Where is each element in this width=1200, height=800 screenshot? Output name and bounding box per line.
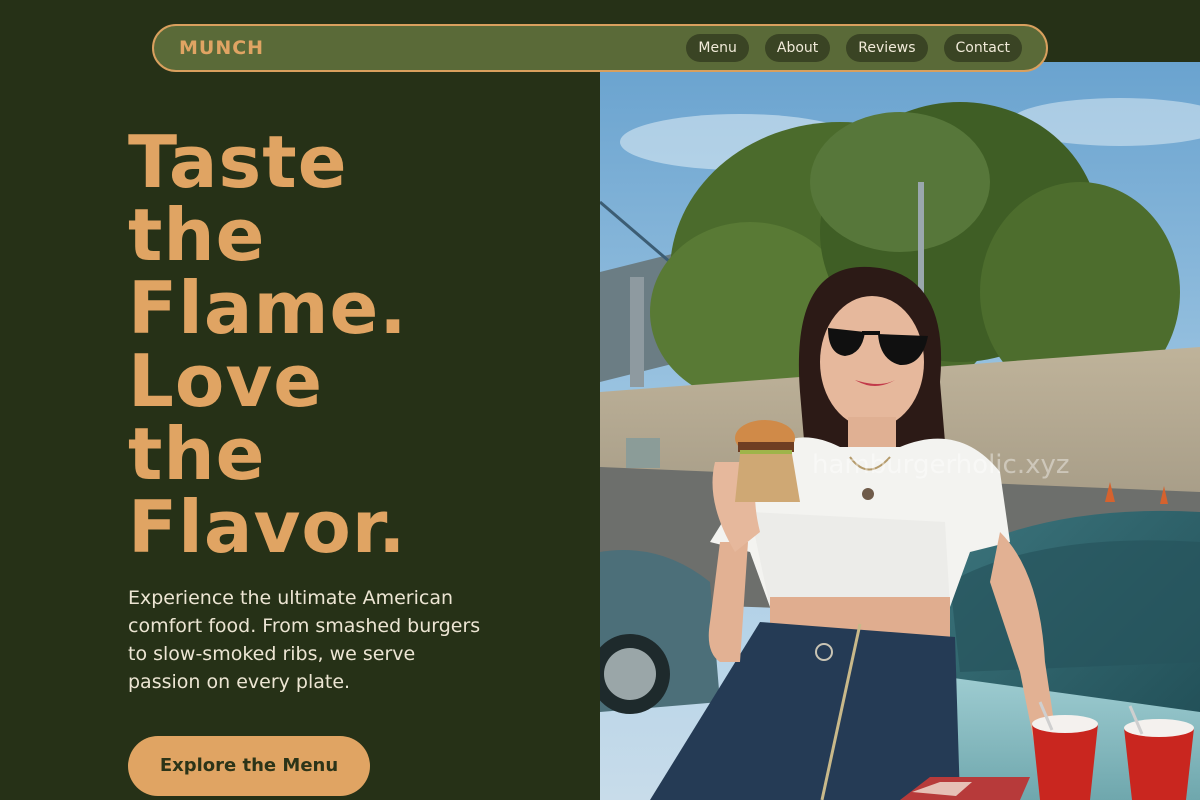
headline-line: Flavor. (128, 485, 407, 569)
nav-link-menu[interactable]: Menu (686, 34, 749, 62)
headline-line: the (128, 412, 266, 496)
hero-photo: hamburgerholic.xyz (600, 62, 1200, 800)
brand-logo[interactable]: MUNCH (179, 37, 264, 59)
nav-link-reviews[interactable]: Reviews (846, 34, 928, 62)
hero-headline: Taste the Flame. Love the Flavor. (128, 126, 568, 564)
headline-line: Flame. (128, 266, 408, 350)
navbar: MUNCH Menu About Reviews Contact (152, 24, 1048, 72)
headline-line: Taste (128, 120, 348, 204)
landing-page: MUNCH Menu About Reviews Contact Taste t… (0, 0, 1200, 800)
hero-description: Experience the ultimate American comfort… (128, 587, 481, 693)
hero-photo-illustration (600, 62, 1200, 800)
headline-line: the (128, 193, 266, 277)
nav-link-contact[interactable]: Contact (943, 34, 1022, 62)
nav-link-about[interactable]: About (764, 34, 831, 62)
nav-links: Menu About Reviews Contact (686, 34, 1022, 62)
headline-line: Love (128, 339, 324, 423)
explore-menu-button[interactable]: Explore the Menu (128, 736, 370, 796)
